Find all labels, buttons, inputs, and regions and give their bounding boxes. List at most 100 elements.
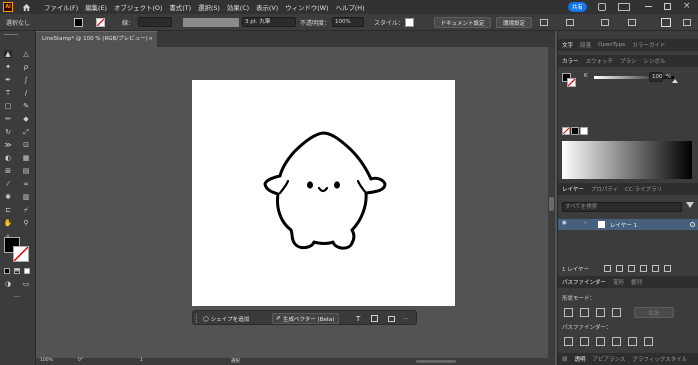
add-shape-button[interactable]: ⬡ シェイプを追加 bbox=[203, 313, 249, 324]
layer-target-icon[interactable] bbox=[690, 222, 695, 227]
menu-type[interactable]: 書式(T) bbox=[169, 3, 191, 12]
screen-mode-icon[interactable]: ▭ bbox=[22, 280, 30, 288]
menu-view[interactable]: 表示(V) bbox=[256, 3, 278, 12]
tab-transparency[interactable]: 透明 bbox=[575, 355, 586, 363]
selection-tool-icon[interactable]: ▲ bbox=[4, 50, 12, 58]
style-swatch[interactable] bbox=[405, 18, 414, 27]
document-tab-close-icon[interactable]: × bbox=[148, 32, 153, 47]
edit-toolbar-icon[interactable]: ··· bbox=[13, 293, 21, 301]
k-slider-handle[interactable] bbox=[672, 79, 678, 83]
rotation-angle[interactable]: 0° bbox=[78, 358, 83, 363]
expand-button[interactable]: 拡張 bbox=[634, 307, 674, 318]
menu-file[interactable]: ファイル(F) bbox=[44, 3, 78, 12]
visibility-eye-icon[interactable]: ◉ bbox=[562, 220, 567, 226]
none-swatch-icon[interactable] bbox=[562, 127, 570, 135]
image-icon[interactable] bbox=[388, 313, 395, 324]
artboard-tool-icon[interactable]: ⊏ bbox=[4, 206, 12, 214]
character-illustration[interactable] bbox=[192, 80, 455, 306]
column-graph-tool-icon[interactable]: ▥ bbox=[22, 193, 30, 201]
zoom-tool-icon[interactable]: ⚲ bbox=[22, 219, 30, 227]
perspective-grid-tool-icon[interactable]: ▦ bbox=[22, 154, 30, 162]
intersect-icon[interactable] bbox=[596, 308, 605, 317]
eyedropper-tool-icon[interactable]: ⁄ bbox=[4, 180, 12, 188]
trim-icon[interactable] bbox=[580, 337, 589, 346]
pen-tool-icon[interactable]: ✒ bbox=[4, 76, 12, 84]
layer-search-input[interactable]: すべてを検索 bbox=[562, 202, 682, 212]
minimize-icon[interactable] bbox=[645, 6, 652, 7]
clipping-mask-icon[interactable] bbox=[628, 265, 635, 272]
lasso-tool-icon[interactable]: ρ bbox=[22, 63, 30, 71]
tab-properties[interactable]: プロパティ bbox=[591, 185, 618, 193]
document-tab[interactable]: LineStamp* @ 100 % (RGB/プレビュー) × bbox=[36, 31, 157, 47]
none-mode-icon[interactable] bbox=[24, 268, 30, 274]
text-icon[interactable]: T bbox=[356, 313, 360, 324]
tab-cc-libraries[interactable]: CC ライブラリ bbox=[625, 185, 662, 193]
draw-mode-icon[interactable]: ◑ bbox=[4, 280, 12, 288]
tab-transform[interactable]: 変形 bbox=[613, 278, 624, 286]
hand-tool-icon[interactable]: ✋ bbox=[4, 219, 13, 227]
taskbar-grip[interactable] bbox=[196, 314, 199, 323]
tab-color-guide[interactable]: カラーガイド bbox=[632, 41, 665, 49]
fill-swatch[interactable] bbox=[74, 18, 83, 27]
mesh-tool-icon[interactable]: ⊞ bbox=[4, 167, 12, 175]
menu-object[interactable]: オブジェクト(O) bbox=[114, 3, 162, 12]
more-options-button[interactable]: ··· bbox=[403, 313, 408, 324]
close-icon[interactable]: × bbox=[683, 1, 691, 11]
menu-edit[interactable]: 編集(E) bbox=[85, 3, 107, 12]
eraser-tool-icon[interactable]: ◆ bbox=[22, 115, 30, 123]
blend-tool-icon[interactable]: ∞ bbox=[22, 180, 30, 188]
direct-selection-tool-icon[interactable]: △ bbox=[22, 50, 30, 58]
expand-layer-chevron-icon[interactable]: › bbox=[584, 220, 586, 226]
more-options-icon[interactable] bbox=[683, 19, 691, 26]
share-button[interactable]: 共有 bbox=[568, 2, 587, 12]
menu-help[interactable]: ヘルプ(H) bbox=[336, 3, 365, 12]
stroke-weight-field[interactable] bbox=[138, 17, 172, 27]
white-swatch-icon[interactable] bbox=[580, 127, 588, 135]
opacity-field[interactable]: 100% bbox=[332, 17, 364, 27]
crop-icon[interactable] bbox=[371, 313, 378, 324]
color-spectrum[interactable] bbox=[562, 141, 692, 179]
gradient-mode-icon[interactable] bbox=[14, 268, 20, 274]
magic-wand-tool-icon[interactable]: ✦ bbox=[4, 63, 12, 71]
document-setup-button[interactable]: ドキュメント設定 bbox=[434, 17, 491, 28]
color-mode-icon[interactable] bbox=[4, 268, 10, 274]
menu-window[interactable]: ウィンドウ(W) bbox=[285, 3, 328, 12]
paintbrush-tool-icon[interactable]: ✎ bbox=[22, 102, 30, 110]
search-icon[interactable] bbox=[598, 3, 606, 11]
brush-definition-field[interactable]: 3 pt. 丸筆 bbox=[242, 17, 296, 27]
layer-name[interactable]: レイヤー 1 bbox=[610, 221, 637, 229]
horizontal-scroll-thumb[interactable] bbox=[416, 360, 456, 363]
menu-select[interactable]: 選択(S) bbox=[198, 3, 220, 12]
minus-back-icon[interactable] bbox=[644, 337, 653, 346]
new-sublayer-icon[interactable] bbox=[640, 265, 647, 272]
unite-icon[interactable] bbox=[564, 308, 573, 317]
tab-layers[interactable]: レイヤー bbox=[562, 185, 584, 193]
crop-pathfinder-icon[interactable] bbox=[612, 337, 621, 346]
minus-front-icon[interactable] bbox=[580, 308, 589, 317]
scale-tool-icon[interactable]: ⤢ bbox=[22, 128, 30, 136]
width-tool-icon[interactable]: ≫ bbox=[4, 141, 12, 149]
isolate-icon[interactable] bbox=[628, 19, 636, 26]
tab-graphic-styles[interactable]: グラフィックスタイル bbox=[632, 355, 687, 363]
tab-swatches[interactable]: スウォッチ bbox=[586, 57, 614, 65]
black-swatch-icon[interactable] bbox=[571, 127, 579, 135]
tab-paragraph[interactable]: 段落 bbox=[580, 41, 591, 49]
tab-pathfinder[interactable]: パスファインダー bbox=[562, 278, 606, 286]
locate-object-icon[interactable] bbox=[616, 265, 623, 272]
zoom-level[interactable]: 100% bbox=[40, 358, 53, 363]
type-tool-icon[interactable]: T bbox=[4, 89, 12, 97]
generative-vector-button[interactable]: ✐ 生成ベクター (Beta) bbox=[272, 313, 339, 324]
line-tool-icon[interactable]: / bbox=[22, 89, 30, 97]
filter-icon[interactable] bbox=[686, 202, 694, 208]
maximize-icon[interactable] bbox=[664, 3, 671, 10]
stroke-color-icon[interactable] bbox=[13, 246, 29, 262]
outline-icon[interactable] bbox=[628, 337, 637, 346]
vertical-scroll-thumb[interactable] bbox=[549, 197, 554, 211]
curvature-tool-icon[interactable]: ∫ bbox=[22, 76, 30, 84]
color-stroke-icon[interactable] bbox=[567, 78, 576, 87]
workspace-icon[interactable] bbox=[618, 3, 630, 11]
layer-row[interactable]: ◉ › レイヤー 1 bbox=[558, 219, 698, 230]
merge-icon[interactable] bbox=[596, 337, 605, 346]
preferences-button[interactable]: 環境設定 bbox=[496, 17, 532, 28]
tab-align[interactable]: 整列 bbox=[631, 278, 642, 286]
